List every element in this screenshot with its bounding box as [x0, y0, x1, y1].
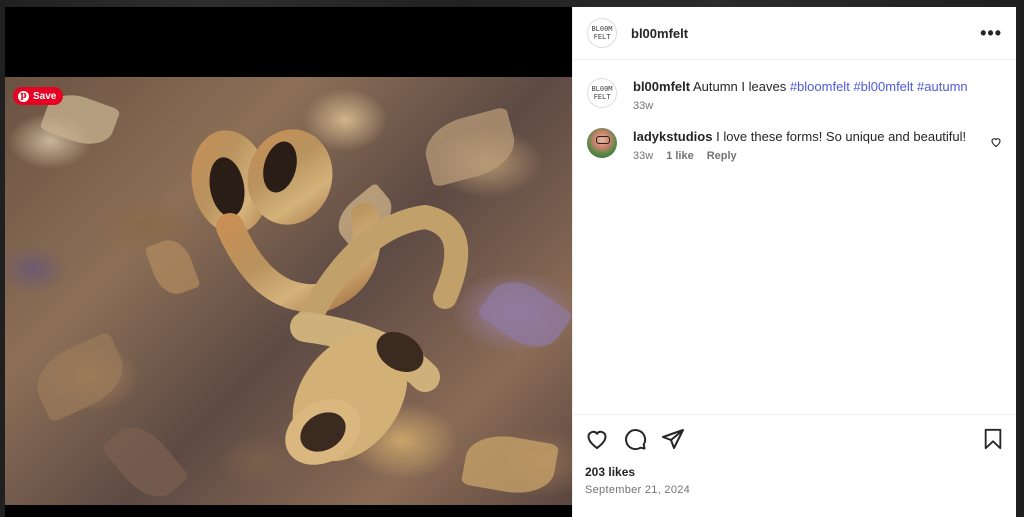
author-avatar[interactable]: BL00M FELT	[587, 18, 617, 48]
pin-save-label: Save	[33, 90, 57, 102]
avatar-text-top: BL00M	[591, 25, 613, 33]
likes-count[interactable]: 203 likes	[585, 465, 1004, 479]
caption-avatar[interactable]: BL00M FELT	[587, 78, 617, 108]
post-photo[interactable]	[5, 77, 572, 505]
more-icon[interactable]: •••	[980, 24, 1002, 42]
caption-age: 33w	[633, 100, 654, 112]
post-side-pane: BL00M FELT bl00mfelt ••• BL00M FELT bl00…	[572, 7, 1016, 517]
comment-likes[interactable]: 1 like	[666, 150, 694, 162]
bookmark-icon[interactable]	[982, 428, 1004, 450]
avatar-text-bottom: FELT	[593, 93, 611, 101]
share-icon[interactable]	[661, 427, 685, 451]
caption-text: Autumn I leaves	[692, 79, 787, 94]
pinterest-save-button[interactable]: p Save	[13, 87, 64, 105]
avatar-text-top: BL00M	[591, 85, 613, 93]
felt-sculpture	[191, 129, 469, 465]
post-actions: 203 likes September 21, 2024	[573, 414, 1016, 517]
hashtag-link[interactable]: #autumn	[917, 79, 968, 94]
reply-button[interactable]: Reply	[707, 150, 737, 162]
comment-author[interactable]: ladykstudios	[633, 129, 712, 144]
author-username[interactable]: bl00mfelt	[631, 26, 688, 41]
comment-age: 33w	[633, 150, 654, 162]
comment-text: I love these forms! So unique and beauti…	[716, 129, 967, 144]
post-media: p Save	[5, 7, 572, 517]
comments-list: BL00M FELT bl00mfelt Autumn I leaves #bl…	[573, 60, 1016, 414]
comment-icon[interactable]	[623, 427, 647, 451]
comment-heart-icon[interactable]	[990, 136, 1002, 148]
caption-author[interactable]: bl00mfelt	[633, 79, 690, 94]
commenter-avatar[interactable]	[587, 128, 617, 158]
avatar-text-bottom: FELT	[593, 33, 611, 41]
post-header: BL00M FELT bl00mfelt •••	[573, 7, 1016, 60]
pinterest-icon: p	[18, 90, 29, 102]
hashtag-link[interactable]: #bl00mfelt	[853, 79, 913, 94]
caption: BL00M FELT bl00mfelt Autumn I leaves #bl…	[587, 78, 1002, 112]
post-modal: p Save BL00M FELT bl00mfelt ••• BL00M FE…	[5, 7, 1016, 517]
comment-item: ladykstudios I love these forms! So uniq…	[587, 128, 1002, 162]
post-date: September 21, 2024	[585, 484, 691, 496]
hashtag-link[interactable]: #bloomfelt	[790, 79, 850, 94]
heart-icon[interactable]	[585, 427, 609, 451]
